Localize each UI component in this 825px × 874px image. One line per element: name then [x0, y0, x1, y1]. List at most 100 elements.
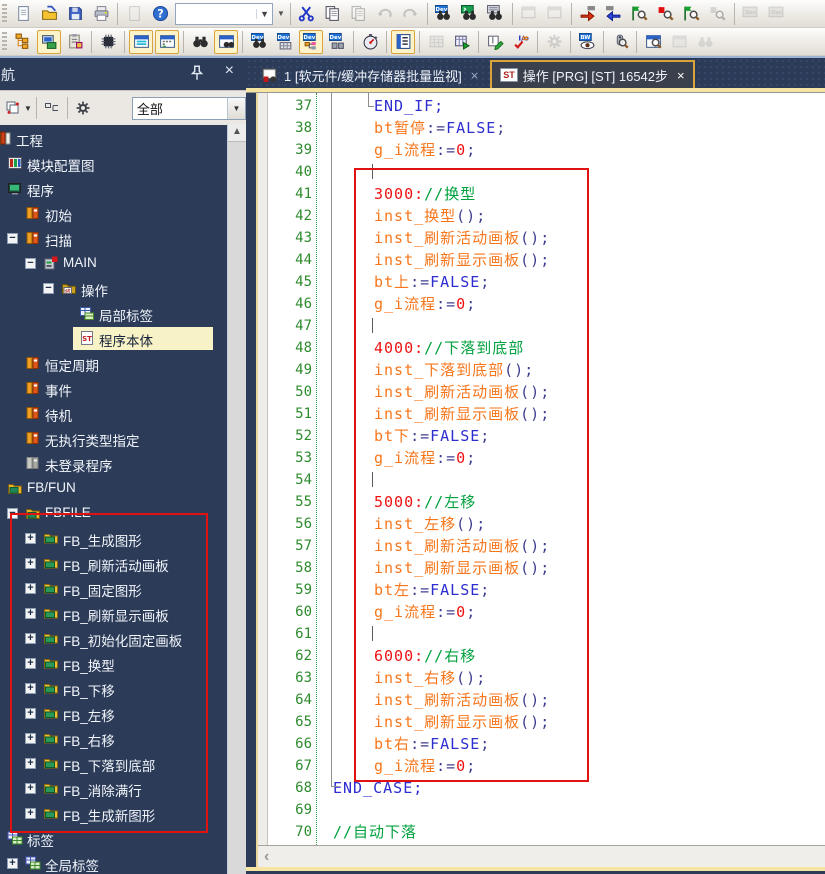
collapse-icon[interactable]: − [7, 233, 18, 244]
tab-close-icon[interactable]: × [471, 68, 479, 83]
collapse-all-icon[interactable] [41, 97, 63, 119]
scroll-up-icon[interactable]: ▲ [228, 124, 246, 142]
device-monitor-2-icon[interactable]: Dev [273, 30, 297, 54]
collapse-icon[interactable]: − [43, 283, 54, 294]
new-file-icon[interactable] [11, 2, 35, 26]
project-icon [0, 130, 12, 146]
zoom-window-icon[interactable] [641, 30, 665, 54]
io-check-icon[interactable]: I/o [509, 30, 533, 54]
svg-text:BW: BW [580, 35, 590, 41]
save-project-icon[interactable] [63, 2, 87, 26]
copy-icon[interactable] [321, 2, 345, 26]
tree-filter-combobox[interactable]: 全部 ▼ [132, 97, 246, 120]
jump-prev-icon[interactable] [602, 2, 626, 26]
tree-item-事件[interactable]: 事件 [0, 376, 228, 401]
device-display-icon[interactable]: BW [575, 30, 599, 54]
tab-label: 1 [软元件/缓冲存储器批量监视] [284, 66, 462, 85]
tree-item-FB/FUN[interactable]: FB/FUN [0, 476, 228, 501]
tab-close-icon[interactable]: × [677, 68, 685, 83]
tree-item-程序[interactable]: 程序 [0, 176, 228, 201]
tree-item-label: 恒定周期 [45, 355, 99, 375]
module-configuration-icon[interactable] [96, 30, 120, 54]
tree-display-icon[interactable] [2, 97, 24, 119]
document-tab-1[interactable]: 1 [软元件/缓冲存储器批量监视] × [254, 62, 486, 88]
online-change-icon[interactable] [450, 30, 474, 54]
editor-margin [258, 93, 268, 845]
read-from-plc-icon[interactable] [63, 30, 87, 54]
scroll-left-icon[interactable]: ‹ [258, 848, 269, 866]
device-monitor-1-icon[interactable]: Dev [247, 30, 271, 54]
document-tab-2[interactable]: ST操作 [PRG] [ST] 16542步× [490, 60, 694, 88]
case-scope-line [331, 93, 332, 786]
chevron-down-icon[interactable]: ▼ [256, 9, 272, 19]
device-monitor-batch-icon[interactable]: Dev [325, 30, 349, 54]
find-replace-icon[interactable] [188, 30, 212, 54]
tree-item-初始[interactable]: 初始 [0, 201, 228, 226]
jump-next-icon[interactable] [576, 2, 600, 26]
chevron-down-icon[interactable]: ▼ [227, 98, 245, 119]
program-check-icon [424, 30, 448, 54]
code-line-70[interactable]: //自动下落 [318, 821, 417, 843]
write-to-plc-icon[interactable] [37, 30, 61, 54]
help-icon[interactable]: ? [148, 2, 172, 26]
label-editor-icon[interactable]: I [483, 30, 507, 54]
exec-icon [25, 405, 41, 421]
toolbar-grip[interactable] [2, 4, 7, 24]
hw-monitor-icon[interactable] [484, 2, 508, 26]
search-next-icon[interactable] [680, 2, 704, 26]
line-number: 69 [268, 799, 312, 821]
tree-item-局部标签[interactable]: 局部标签 [0, 301, 228, 326]
print-icon[interactable] [89, 2, 113, 26]
svg-text:Dev: Dev [277, 35, 289, 41]
element-selection-icon[interactable] [391, 30, 415, 54]
tree-item-MAIN[interactable]: −MAIN [0, 251, 228, 276]
tree-item-工程[interactable]: 工程 [0, 126, 228, 151]
tree-item-操作[interactable]: −st操作 [0, 276, 228, 301]
tree-item-模块配置图[interactable]: 模块配置图 [0, 151, 228, 176]
tree-item-全局标签[interactable]: +全局标签 [0, 851, 228, 874]
code-line-39[interactable]: g_i流程:=0; [318, 139, 476, 161]
cut-icon[interactable] [295, 2, 319, 26]
collapse-icon[interactable]: − [25, 258, 36, 269]
tree-item-程序本体[interactable]: ST程序本体 [0, 326, 228, 351]
combo-options-icon[interactable]: ▼ [275, 9, 287, 18]
tree-item-待机[interactable]: 待机 [0, 401, 228, 426]
device-batch-monitor-icon[interactable]: Dev [432, 2, 456, 26]
svg-text:Dev: Dev [329, 35, 341, 41]
expand-icon[interactable]: + [7, 858, 18, 869]
search-combobox[interactable]: ▼ [175, 3, 273, 25]
program-monitor-icon[interactable] [458, 2, 482, 26]
st-code-editor[interactable]: 37END_IF;38bt暂停:=FALSE;39g_i流程:=0;404130… [258, 93, 825, 845]
tree-item-未登录程序[interactable]: 未登录程序 [0, 451, 228, 476]
tree-item-无执行类型指定[interactable]: 无执行类型指定 [0, 426, 228, 451]
pin-icon[interactable] [188, 64, 206, 82]
tree-item-恒定周期[interactable]: 恒定周期 [0, 351, 228, 376]
tree-item-label: 待机 [45, 405, 72, 425]
code-line-37[interactable]: END_IF; [318, 95, 444, 117]
tree-display-caret-icon[interactable]: ▼ [24, 104, 32, 113]
settings-gear-icon[interactable] [72, 97, 94, 119]
editor-horizontal-scrollbar[interactable]: ‹ [258, 845, 825, 868]
debug-test-icon[interactable] [608, 30, 632, 54]
line-number: 64 [268, 689, 312, 711]
window-list-icon[interactable] [129, 30, 153, 54]
line-number: 54 [268, 469, 312, 491]
line-number: 39 [268, 139, 312, 161]
window-tile-icon [543, 2, 567, 26]
window-detail-icon[interactable] [155, 30, 179, 54]
toolbar-grip[interactable] [2, 32, 7, 52]
code-line-38[interactable]: bt暂停:=FALSE; [318, 117, 506, 139]
search-stop-icon[interactable] [654, 2, 678, 26]
watch-window-icon[interactable] [358, 30, 382, 54]
cross-reference-icon[interactable] [214, 30, 238, 54]
panel-splitter[interactable] [246, 93, 256, 874]
search-continue-icon[interactable] [628, 2, 652, 26]
device-monitor-structured-icon[interactable]: Dev [299, 30, 323, 54]
close-panel-button[interactable]: × [225, 62, 234, 80]
tree-scrollbar[interactable]: ▲ [227, 124, 246, 874]
code-line-69[interactable] [318, 799, 333, 821]
project-navigation-icon[interactable] [11, 30, 35, 54]
tree-item-扫描[interactable]: −扫描 [0, 226, 228, 251]
document-tab-bar: 1 [软元件/缓冲存储器批量监视]×ST操作 [PRG] [ST] 16542步… [246, 58, 825, 88]
open-project-icon[interactable] [37, 2, 61, 26]
